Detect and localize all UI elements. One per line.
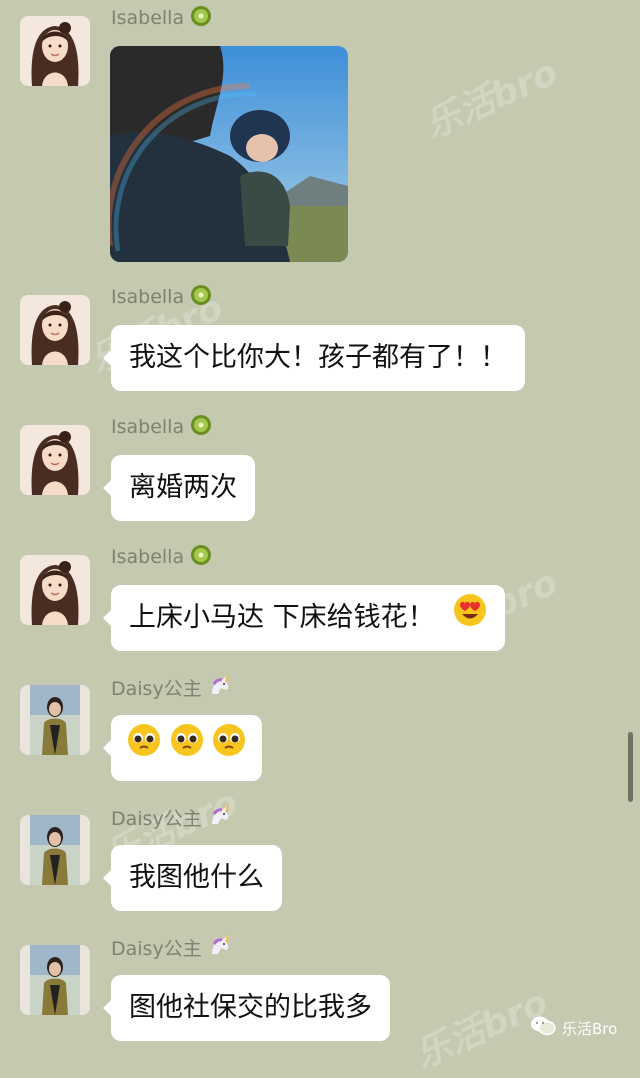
message-bubble[interactable]: 我图他什么: [103, 845, 282, 911]
message-text: 图他社保交的比我多: [129, 992, 372, 1023]
sender-name: Isabella: [111, 4, 212, 32]
pleading-face-emoji: [170, 716, 204, 782]
watermark: 乐活bro: [419, 51, 564, 147]
sender-name: Isabella: [111, 413, 212, 441]
sender-name: Daisy公主: [111, 933, 232, 961]
kiwi-icon: [190, 414, 212, 441]
kiwi-icon: [190, 284, 212, 311]
avatar-isabella[interactable]: [20, 425, 90, 495]
message-bubble[interactable]: 上床小马达 下床给钱花！: [102, 585, 506, 652]
kiwi-icon: [190, 5, 212, 32]
unicorn-icon: [208, 674, 232, 701]
avatar-isabella[interactable]: [20, 295, 90, 365]
sender-name: Isabella: [111, 283, 212, 311]
scrollbar[interactable]: [628, 732, 633, 802]
message-text: 我这个比你大！孩子都有了！！: [129, 342, 507, 373]
message-bubble[interactable]: 离婚两次: [103, 455, 255, 521]
kiwi-icon: [190, 544, 212, 571]
message-text: 上床小马达 下床给钱花！: [129, 602, 435, 633]
heart-eyes-emoji: [453, 586, 487, 652]
pleading-face-emoji: [212, 716, 246, 782]
message-text: 我图他什么: [129, 862, 264, 893]
message-bubble[interactable]: [102, 715, 263, 782]
avatar-isabella[interactable]: [20, 16, 90, 86]
chat-photo[interactable]: [110, 46, 348, 262]
brand-badge: 乐活Bro: [530, 1015, 617, 1041]
sender-name: Daisy公主: [111, 803, 232, 831]
message-text: 离婚两次: [129, 472, 237, 503]
pleading-face-emoji: [127, 716, 161, 782]
avatar-daisy[interactable]: [20, 815, 90, 885]
sender-name: Daisy公主: [111, 673, 232, 701]
wechat-icon: [530, 1015, 556, 1041]
avatar-daisy[interactable]: [20, 685, 90, 755]
message-bubble[interactable]: 我这个比你大！孩子都有了！！: [103, 325, 525, 391]
avatar-daisy[interactable]: [20, 945, 90, 1015]
brand-label: 乐活Bro: [562, 1019, 618, 1038]
message-bubble[interactable]: 图他社保交的比我多: [103, 975, 390, 1041]
unicorn-icon: [208, 804, 232, 831]
sender-name: Isabella: [111, 543, 212, 571]
unicorn-icon: [208, 934, 232, 961]
avatar-isabella[interactable]: [20, 555, 90, 625]
